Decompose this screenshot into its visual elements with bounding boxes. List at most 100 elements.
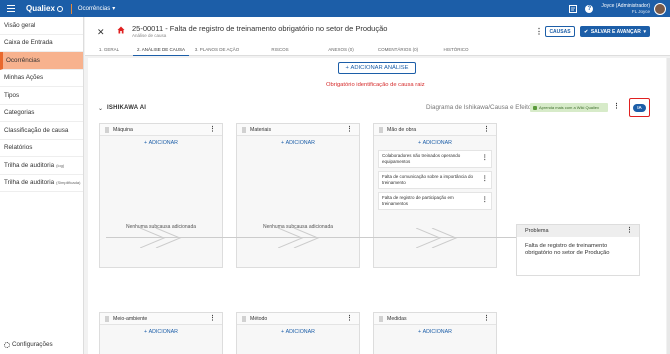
user-company: FL Joyce <box>631 8 650 14</box>
add-subcause-button[interactable]: + ADICIONAR <box>100 136 222 150</box>
causas-button[interactable]: CAUSAS <box>545 26 575 37</box>
add-subcause-button[interactable]: + ADICIONAR <box>237 136 359 150</box>
add-subcause-button[interactable]: + ADICIONAR <box>374 325 496 339</box>
more-options-icon[interactable]: ⋮ <box>482 175 489 182</box>
sidebar-item-visao-geral[interactable]: Visão geral <box>0 17 83 35</box>
settings-label: Configurações <box>12 341 53 348</box>
add-analysis-button[interactable]: + ADICIONAR ANÁLISE <box>338 62 416 74</box>
sidebar-item-suffix: (Simplificada) <box>56 180 81 186</box>
sidebar-item-label: Trilha de auditoria <box>4 179 55 187</box>
tab-analise-causa[interactable]: 2. ANÁLISE DE CAUSA <box>133 43 189 56</box>
more-options-icon[interactable]: ⋮ <box>482 154 489 161</box>
sidebar-item-trilha-simplificada[interactable]: Trilha de auditoria (Simplificada) <box>0 175 83 192</box>
subcause-text: Falta de registro de participação em tre… <box>382 195 454 206</box>
card-header: Materiais ⋮ <box>237 124 359 136</box>
tab-geral[interactable]: 1. GERAL <box>85 43 133 56</box>
card-title: Mão de obra <box>387 126 417 133</box>
sidebar-item-label: Tipos <box>4 91 20 99</box>
fishbone-bone <box>278 228 320 248</box>
add-label: ADICIONAR <box>285 329 315 335</box>
hamburger-menu-icon[interactable] <box>0 5 22 12</box>
divider <box>70 3 72 14</box>
more-options-icon[interactable]: ⋮ <box>626 226 633 234</box>
more-options-icon[interactable]: ⋮ <box>209 125 216 133</box>
required-message: Obrigatório identificação de causa raiz <box>326 82 425 88</box>
card-header: Meio-ambiente ⋮ <box>100 313 222 325</box>
add-label: ADICIONAR <box>422 140 452 146</box>
home-icon <box>117 26 125 34</box>
drag-handle-icon[interactable] <box>242 315 246 322</box>
subcause-item[interactable]: Falta de registro de participação em tre… <box>378 192 492 210</box>
sidebar-item-minhas-acoes[interactable]: Minhas Ações <box>0 70 83 87</box>
card-title: Materiais <box>250 126 272 133</box>
tab-historico[interactable]: HISTÓRICO <box>429 43 483 56</box>
drag-handle-icon[interactable] <box>242 126 246 133</box>
problem-text: Falta de registro de treinamento obrigat… <box>525 243 610 257</box>
sidebar-item-label: Ocorrências <box>6 56 40 64</box>
tab-planos-acao[interactable]: 3. PLANOS DE AÇÃO <box>189 43 245 56</box>
module-label: Ocorrências <box>77 5 111 12</box>
sidebar-item-relatorios[interactable]: Relatórios <box>0 140 83 157</box>
settings-link[interactable]: Configurações <box>4 341 53 348</box>
more-options-icon[interactable]: ⋮ <box>346 125 353 133</box>
top-bar: Qualiex Ocorrências ▾ ? Joyce (Administra… <box>0 0 670 17</box>
card-title: Método <box>250 315 268 322</box>
add-subcause-button[interactable]: + ADICIONAR <box>374 136 496 150</box>
ishikawa-header: ⌄ ISHIKAWA AI Diagrama de Ishikawa/Causa… <box>98 98 653 117</box>
add-subcause-button[interactable]: + ADICIONAR <box>100 325 222 339</box>
close-icon[interactable]: ✕ <box>97 27 105 38</box>
sidebar-item-ocorrencias[interactable]: Ocorrências <box>0 52 83 70</box>
user-info[interactable]: Joyce (Administrador) FL Joyce <box>601 3 650 15</box>
subcause-text: Falta de comunicação sobre a importância… <box>382 174 474 185</box>
ishikawa-title: ISHIKAWA AI <box>107 105 147 111</box>
drag-handle-icon[interactable] <box>379 315 383 322</box>
subcause-item[interactable]: Colaboradores não treinados operando equ… <box>378 150 492 168</box>
tab-anexos[interactable]: ANEXOS (0) <box>315 43 367 56</box>
app-logo[interactable]: Qualiex <box>26 4 63 13</box>
sidebar-item-categorias[interactable]: Categorias <box>0 105 83 122</box>
add-label: ADICIONAR <box>422 329 452 335</box>
avatar[interactable] <box>654 2 666 15</box>
sidebar-item-caixa-entrada[interactable]: Caixa de Entrada <box>0 35 83 52</box>
help-button[interactable]: ? <box>585 4 594 13</box>
tab-comentarios[interactable]: COMENTÁRIOS (0) <box>367 43 429 56</box>
more-options-icon[interactable]: ⋮ <box>482 196 489 203</box>
drag-handle-icon[interactable] <box>105 315 109 322</box>
notes-icon[interactable] <box>569 4 578 13</box>
add-label: ADICIONAR <box>285 140 315 146</box>
sidebar-item-classificacao[interactable]: Classificação de causa <box>0 122 83 140</box>
ia-button[interactable]: IA <box>633 103 646 112</box>
save-and-advance-button[interactable]: ✔ SALVAR E AVANÇAR ▾ <box>580 26 650 37</box>
more-options-icon[interactable]: ⋮ <box>613 102 620 110</box>
chevron-down-icon[interactable]: ▾ <box>643 29 646 35</box>
card-header: Mão de obra ⋮ <box>374 124 496 136</box>
tab-riscos[interactable]: RISCOS <box>245 43 315 56</box>
more-options-icon[interactable]: ⋮ <box>209 314 216 322</box>
sidebar-item-tipos[interactable]: Tipos <box>0 87 83 105</box>
add-analysis-label: ADICIONAR ANÁLISE <box>350 65 409 71</box>
gear-icon <box>4 341 10 348</box>
tab-bar: 1. GERAL 2. ANÁLISE DE CAUSA 3. PLANOS D… <box>85 43 670 56</box>
add-label: ADICIONAR <box>148 329 178 335</box>
page-header: ✕ 25-00011 - Falta de registro de treina… <box>85 17 670 56</box>
main-area: ✕ 25-00011 - Falta de registro de treina… <box>85 17 670 354</box>
drag-handle-icon[interactable] <box>379 126 383 133</box>
more-options-icon[interactable]: ⋮ <box>535 27 543 36</box>
subcause-item[interactable]: Falta de comunicação sobre a importância… <box>378 171 492 189</box>
more-options-icon[interactable]: ⋮ <box>483 314 490 322</box>
module-selector[interactable]: Ocorrências ▾ <box>77 5 116 13</box>
more-options-icon[interactable]: ⋮ <box>483 125 490 133</box>
subcause-text: Colaboradores não treinados operando equ… <box>382 153 461 164</box>
sidebar-item-label: Relatórios <box>4 144 33 152</box>
drag-handle-icon[interactable] <box>105 126 109 133</box>
chevron-down-icon: ▾ <box>112 6 116 12</box>
ia-highlight-box: IA <box>629 98 650 117</box>
wiki-link[interactable]: Aprenda mais com a Wiki Qualiex <box>530 103 608 112</box>
add-subcause-button[interactable]: + ADICIONAR <box>237 325 359 339</box>
chevron-down-icon[interactable]: ⌄ <box>98 105 103 112</box>
sidebar-item-trilha-log[interactable]: Trilha de auditoria (log) <box>0 157 83 175</box>
more-options-icon[interactable]: ⋮ <box>346 314 353 322</box>
add-label: ADICIONAR <box>148 140 178 146</box>
sidebar: Visão geral Caixa de Entrada Ocorrências… <box>0 17 84 354</box>
sidebar-item-label: Minhas Ações <box>4 74 44 82</box>
